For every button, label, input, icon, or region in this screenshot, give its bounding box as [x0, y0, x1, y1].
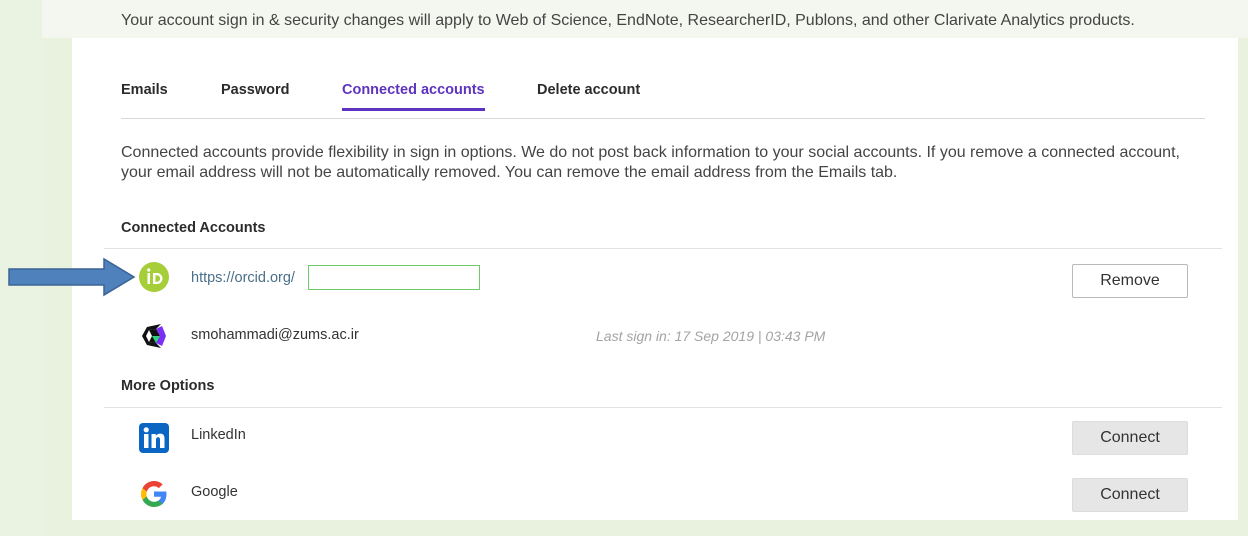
connected-accounts-heading: Connected Accounts	[121, 220, 266, 236]
tab-divider	[121, 118, 1205, 119]
google-icon	[141, 481, 167, 507]
orcid-icon	[139, 262, 169, 292]
clarivate-icon	[142, 324, 166, 348]
last-signin-text: Last sign in: 17 Sep 2019 | 03:43 PM	[596, 328, 826, 344]
connect-linkedin-button[interactable]: Connect	[1072, 421, 1188, 455]
annotation-arrow-icon	[8, 257, 136, 297]
tab-password[interactable]: Password	[221, 82, 290, 108]
section-divider	[104, 248, 1222, 249]
clarivate-email: smohammadi@zums.ac.ir	[191, 327, 359, 343]
tab-connected-accounts[interactable]: Connected accounts	[342, 82, 485, 111]
connect-google-button[interactable]: Connect	[1072, 478, 1188, 512]
orcid-url-link[interactable]: https://orcid.org/	[191, 270, 295, 286]
tab-delete-account[interactable]: Delete account	[537, 82, 640, 108]
tab-emails[interactable]: Emails	[121, 82, 168, 108]
linkedin-icon	[139, 423, 169, 453]
remove-orcid-button[interactable]: Remove	[1072, 264, 1188, 298]
linkedin-label: LinkedIn	[191, 427, 246, 443]
more-options-heading: More Options	[121, 378, 215, 394]
google-label: Google	[191, 484, 238, 500]
orcid-id-redaction-box	[308, 265, 480, 290]
intro-text: Your account sign in & security changes …	[121, 12, 1135, 29]
connected-accounts-description: Connected accounts provide flexibility i…	[121, 144, 1180, 181]
section-divider	[104, 407, 1222, 408]
